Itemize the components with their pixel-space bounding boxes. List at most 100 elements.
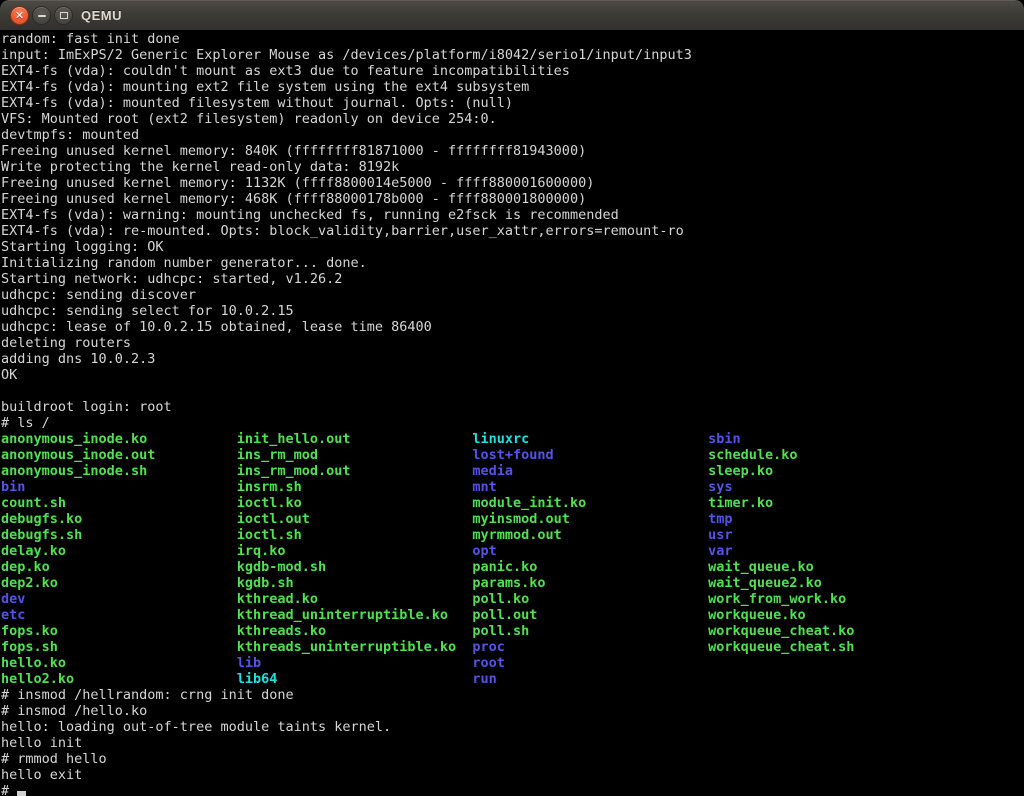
file-entry: sleep.ko <box>708 463 773 479</box>
console-line: input: ImExPS/2 Generic Explorer Mouse a… <box>1 47 1024 63</box>
console-line: hello2.ko lib64 run <box>1 671 1024 687</box>
file-entry: ioctl.ko <box>237 495 473 511</box>
file-entry: poll.out <box>472 607 708 623</box>
console-line: Initializing random number generator... … <box>1 255 1024 271</box>
prompt-line: # <box>1 783 1024 796</box>
console-line: devtmpfs: mounted <box>1 127 1024 143</box>
directory-entry: mnt <box>472 479 708 495</box>
file-entry: anonymous_inode.ko <box>1 431 237 447</box>
directory-entry: sys <box>708 479 732 495</box>
console-line: Freeing unused kernel memory: 1132K (fff… <box>1 175 1024 191</box>
maximize-button[interactable] <box>54 6 73 25</box>
console-line: # insmod /hellrandom: crng init done <box>1 687 1024 703</box>
directory-entry: media <box>472 463 708 479</box>
console-line: debugfs.sh ioctl.sh myrmmod.out usr <box>1 527 1024 543</box>
directory-entry: usr <box>708 527 732 543</box>
console-line: Write protecting the kernel read-only da… <box>1 159 1024 175</box>
console-line: # ls / <box>1 415 1024 431</box>
console-line: VFS: Mounted root (ext2 filesystem) read… <box>1 111 1024 127</box>
file-entry: irq.ko <box>237 543 473 559</box>
directory-entry: lib <box>237 655 473 671</box>
minimize-button[interactable] <box>32 6 51 25</box>
console-line: Starting network: udhcpc: started, v1.26… <box>1 271 1024 287</box>
console-line: anonymous_inode.sh ins_rm_mod.out media … <box>1 463 1024 479</box>
file-entry: ioctl.out <box>237 511 473 527</box>
directory-entry: opt <box>472 543 708 559</box>
close-icon: ✕ <box>15 10 24 21</box>
console-line: EXT4-fs (vda): mounting ext2 file system… <box>1 79 1024 95</box>
directory-entry: proc <box>472 639 708 655</box>
directory-entry: sbin <box>708 431 741 447</box>
file-entry: workqueue.ko <box>708 607 806 623</box>
file-entry: fops.sh <box>1 639 237 655</box>
console-line: random: fast init done <box>1 31 1024 47</box>
minimize-icon <box>38 15 46 17</box>
console-line: # rmmod hello <box>1 751 1024 767</box>
console-line: Freeing unused kernel memory: 468K (ffff… <box>1 191 1024 207</box>
console-line: hello exit <box>1 767 1024 783</box>
console-line: dep2.ko kgdb.sh params.ko wait_queue2.ko <box>1 575 1024 591</box>
file-entry: poll.sh <box>472 623 708 639</box>
console-line: EXT4-fs (vda): re-mounted. Opts: block_v… <box>1 223 1024 239</box>
directory-entry: dev <box>1 591 237 607</box>
console-line: OK <box>1 367 1024 383</box>
console-line: EXT4-fs (vda): warning: mounting uncheck… <box>1 207 1024 223</box>
file-entry: kthreads.ko <box>237 623 473 639</box>
console-line: dev kthread.ko poll.ko work_from_work.ko <box>1 591 1024 607</box>
console-line: EXT4-fs (vda): couldn't mount as ext3 du… <box>1 63 1024 79</box>
console-line: Freeing unused kernel memory: 840K (ffff… <box>1 143 1024 159</box>
file-entry: workqueue_cheat.sh <box>708 639 854 655</box>
file-entry: anonymous_inode.sh <box>1 463 237 479</box>
console-line <box>1 383 1024 399</box>
file-entry: debugfs.ko <box>1 511 237 527</box>
file-entry: dep.ko <box>1 559 237 575</box>
file-entry: dep2.ko <box>1 575 237 591</box>
console-line: udhcpc: sending select for 10.0.2.15 <box>1 303 1024 319</box>
file-entry: kthread.ko <box>237 591 473 607</box>
file-entry: schedule.ko <box>708 447 797 463</box>
shell-prompt: # <box>1 783 17 796</box>
file-entry: debugfs.sh <box>1 527 237 543</box>
console-line: deleting routers <box>1 335 1024 351</box>
maximize-icon <box>60 12 68 19</box>
console-line: bin insrm.sh mnt sys <box>1 479 1024 495</box>
file-entry: kthread_uninterruptible.ko <box>237 607 473 623</box>
file-entry: kthreads_uninterruptible.ko <box>237 639 473 655</box>
console-line: EXT4-fs (vda): mounted filesystem withou… <box>1 95 1024 111</box>
file-entry: delay.ko <box>1 543 237 559</box>
file-entry: ins_rm_mod <box>237 447 473 463</box>
file-entry: myrmmod.out <box>472 527 708 543</box>
console-line: adding dns 10.0.2.3 <box>1 351 1024 367</box>
symlink-entry: lib64 <box>237 671 473 687</box>
console-line: fops.sh kthreads_uninterruptible.ko proc… <box>1 639 1024 655</box>
file-entry: anonymous_inode.out <box>1 447 237 463</box>
file-entry: wait_queue.ko <box>708 559 814 575</box>
titlebar[interactable]: ✕ QEMU <box>0 0 1024 30</box>
file-entry: init_hello.out <box>237 431 473 447</box>
directory-entry: lost+found <box>472 447 708 463</box>
file-entry: ioctl.sh <box>237 527 473 543</box>
console-line: anonymous_inode.out ins_rm_mod lost+foun… <box>1 447 1024 463</box>
console-line: Starting logging: OK <box>1 239 1024 255</box>
file-entry: panic.ko <box>472 559 708 575</box>
console-line: hello init <box>1 735 1024 751</box>
console-line: anonymous_inode.ko init_hello.out linuxr… <box>1 431 1024 447</box>
directory-entry: run <box>472 671 496 687</box>
terminal-screen[interactable]: random: fast init doneinput: ImExPS/2 Ge… <box>0 30 1024 796</box>
close-button[interactable]: ✕ <box>10 6 29 25</box>
file-entry: work_from_work.ko <box>708 591 846 607</box>
file-entry: workqueue_cheat.ko <box>708 623 854 639</box>
file-entry: timer.ko <box>708 495 773 511</box>
console-line: delay.ko irq.ko opt var <box>1 543 1024 559</box>
directory-entry: etc <box>1 607 237 623</box>
file-entry: kgdb.sh <box>237 575 473 591</box>
terminal-cursor <box>17 791 26 796</box>
console-line: count.sh ioctl.ko module_init.ko timer.k… <box>1 495 1024 511</box>
file-entry: module_init.ko <box>472 495 708 511</box>
qemu-window: ✕ QEMU random: fast init doneinput: ImEx… <box>0 0 1024 796</box>
console-line: # insmod /hello.ko <box>1 703 1024 719</box>
file-entry: ins_rm_mod.out <box>237 463 473 479</box>
file-entry: wait_queue2.ko <box>708 575 822 591</box>
console-line: etc kthread_uninterruptible.ko poll.out … <box>1 607 1024 623</box>
file-entry: count.sh <box>1 495 237 511</box>
